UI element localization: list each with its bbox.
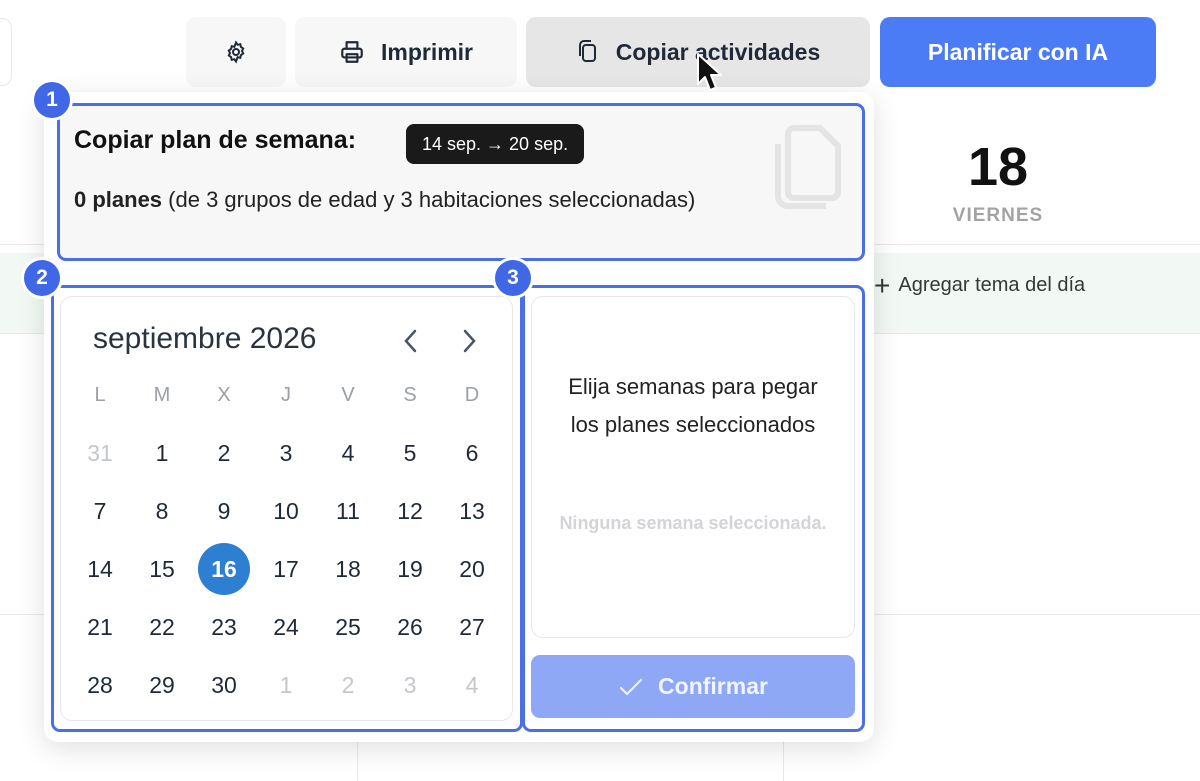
highlight-box-1: [57, 103, 865, 261]
highlight-box-2: [51, 285, 523, 732]
mouse-cursor-icon: [697, 53, 722, 91]
copy-icon: [578, 40, 596, 62]
column-divider: [783, 740, 784, 781]
settings-button[interactable]: [186, 17, 286, 87]
day-name: VIERNES: [952, 205, 1044, 226]
plan-with-ai-label: Planificar con IA: [927, 38, 1109, 65]
print-button[interactable]: Imprimir: [295, 17, 517, 87]
highlight-box-3: [522, 285, 865, 732]
gear-icon: [227, 40, 245, 64]
print-label: Imprimir: [380, 38, 474, 65]
step-badge-3: 3: [495, 260, 531, 296]
step-badge-2: 2: [24, 260, 60, 296]
column-divider: [357, 740, 358, 781]
search-input-edge[interactable]: [0, 18, 12, 86]
add-day-theme-button[interactable]: + Agregar tema del día: [874, 269, 1086, 301]
printer-icon: [341, 41, 363, 63]
step-badge-1: 1: [34, 82, 70, 118]
day-number: 18: [967, 137, 1029, 197]
plan-with-ai-button[interactable]: Planificar con IA: [880, 17, 1156, 87]
plus-icon: +: [874, 269, 891, 301]
add-day-theme-label: Agregar tema del día: [898, 274, 1086, 296]
